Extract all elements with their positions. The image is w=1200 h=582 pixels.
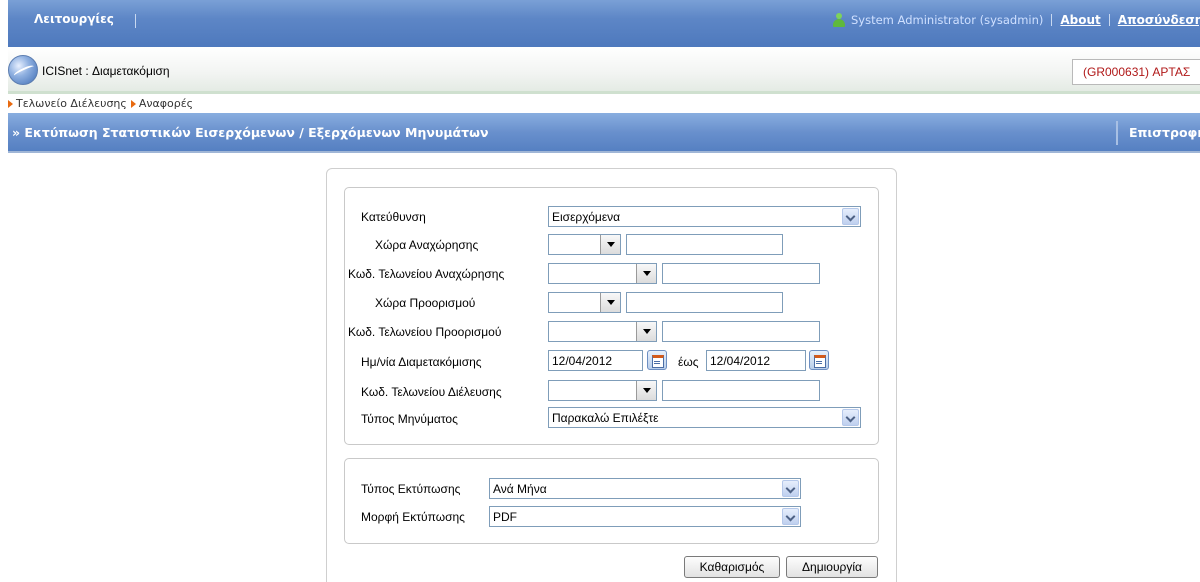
- dropdown-arrow-icon[interactable]: [636, 322, 656, 341]
- logout-link[interactable]: Αποσύνδεση: [1118, 13, 1200, 27]
- destination-country-label: Χώρα Προορισμού: [375, 296, 476, 310]
- transit-office-text[interactable]: [662, 380, 820, 401]
- date-from-input[interactable]: 12/04/2012: [548, 350, 643, 371]
- title-divider: [1116, 121, 1118, 145]
- destination-office-select[interactable]: [548, 321, 657, 342]
- breadcrumb-item-reports[interactable]: Αναφορές: [139, 97, 193, 110]
- dropdown-arrow-icon[interactable]: [600, 235, 620, 254]
- breadcrumb: Τελωνείο Διέλευσης Αναφορές: [8, 97, 193, 110]
- back-link[interactable]: Επιστροφή: [1129, 125, 1200, 140]
- section-title-bar: » Εκτύπωση Στατιστικών Εισερχόμενων / Εξ…: [8, 113, 1200, 153]
- customs-office-badge: (GR000631) ΑΡΤΑΣ: [1072, 59, 1200, 85]
- departure-country-select[interactable]: [548, 234, 621, 255]
- dropdown-arrow-icon[interactable]: [636, 381, 656, 400]
- clear-button[interactable]: Καθαρισμός: [684, 556, 780, 578]
- print-type-select[interactable]: Ανά Μήνα: [489, 478, 801, 499]
- calendar-icon[interactable]: [809, 350, 829, 370]
- about-link[interactable]: About: [1060, 13, 1100, 27]
- direction-label: Κατεύθυνση: [361, 210, 426, 224]
- print-format-select[interactable]: PDF: [489, 506, 801, 527]
- breadcrumb-arrow-icon: [130, 99, 136, 108]
- calendar-icon[interactable]: [647, 350, 667, 370]
- user-icon: [832, 13, 846, 27]
- transit-date-label: Ημ/νία Διαμετακόμισης: [361, 355, 482, 369]
- chevron-down-icon: [782, 480, 799, 497]
- message-type-value: Παρακαλώ Επιλέξτε: [552, 411, 659, 425]
- departure-office-label: Κωδ. Τελωνείου Αναχώρησης: [348, 267, 505, 281]
- create-button[interactable]: Δημιουργία: [786, 556, 878, 578]
- divider: [1051, 14, 1053, 26]
- user-name: System Administrator (sysadmin): [851, 13, 1044, 27]
- departure-country-label: Χώρα Αναχώρησης: [375, 238, 479, 252]
- dropdown-arrow-icon[interactable]: [636, 264, 656, 283]
- breadcrumb-item-transit-office[interactable]: Τελωνείο Διέλευσης: [16, 97, 127, 110]
- print-type-label: Τύπος Εκτύπωσης: [361, 482, 461, 496]
- destination-office-text[interactable]: [662, 321, 820, 342]
- menu-divider: [135, 14, 136, 28]
- destination-country-select[interactable]: [548, 292, 621, 313]
- divider: [1108, 14, 1110, 26]
- print-type-value: Ανά Μήνα: [493, 482, 547, 496]
- print-options-fieldset: [344, 458, 879, 544]
- globe-logo-icon: [8, 55, 38, 85]
- app-title: ICISnet : Διαμετακόμιση: [42, 64, 170, 78]
- direction-select[interactable]: Εισερχόμενα: [548, 206, 861, 227]
- app-header: ICISnet : Διαμετακόμιση (GR000631) ΑΡΤΑΣ: [8, 47, 1200, 94]
- message-type-label: Τύπος Μηνύματος: [361, 412, 458, 426]
- page-title: » Εκτύπωση Στατιστικών Εισερχόμενων / Εξ…: [12, 125, 489, 140]
- chevron-down-icon: [782, 508, 799, 525]
- transit-office-label: Κωδ. Τελωνείου Διέλευσης: [361, 385, 502, 399]
- date-to-input[interactable]: 12/04/2012: [706, 350, 806, 371]
- user-info: System Administrator (sysadmin) About Απ…: [832, 13, 1200, 27]
- message-type-select[interactable]: Παρακαλώ Επιλέξτε: [548, 407, 861, 428]
- departure-office-select[interactable]: [548, 263, 657, 284]
- top-menu-bar: Λειτουργίες System Administrator (sysadm…: [8, 0, 1200, 47]
- breadcrumb-arrow-icon: [8, 99, 13, 108]
- departure-country-text[interactable]: [626, 234, 783, 255]
- print-format-value: PDF: [493, 510, 517, 524]
- date-to-label: έως: [678, 355, 699, 369]
- print-format-label: Μορφή Εκτύπωσης: [361, 510, 465, 524]
- functions-menu[interactable]: Λειτουργίες: [34, 12, 114, 26]
- destination-office-label: Κωδ. Τελωνείου Προορισμού: [348, 325, 502, 339]
- chevron-down-icon: [842, 208, 859, 225]
- dropdown-arrow-icon[interactable]: [600, 293, 620, 312]
- destination-country-text[interactable]: [626, 292, 783, 313]
- chevron-down-icon: [842, 409, 859, 426]
- departure-office-text[interactable]: [662, 263, 820, 284]
- transit-office-select[interactable]: [548, 380, 657, 401]
- direction-value: Εισερχόμενα: [552, 210, 621, 224]
